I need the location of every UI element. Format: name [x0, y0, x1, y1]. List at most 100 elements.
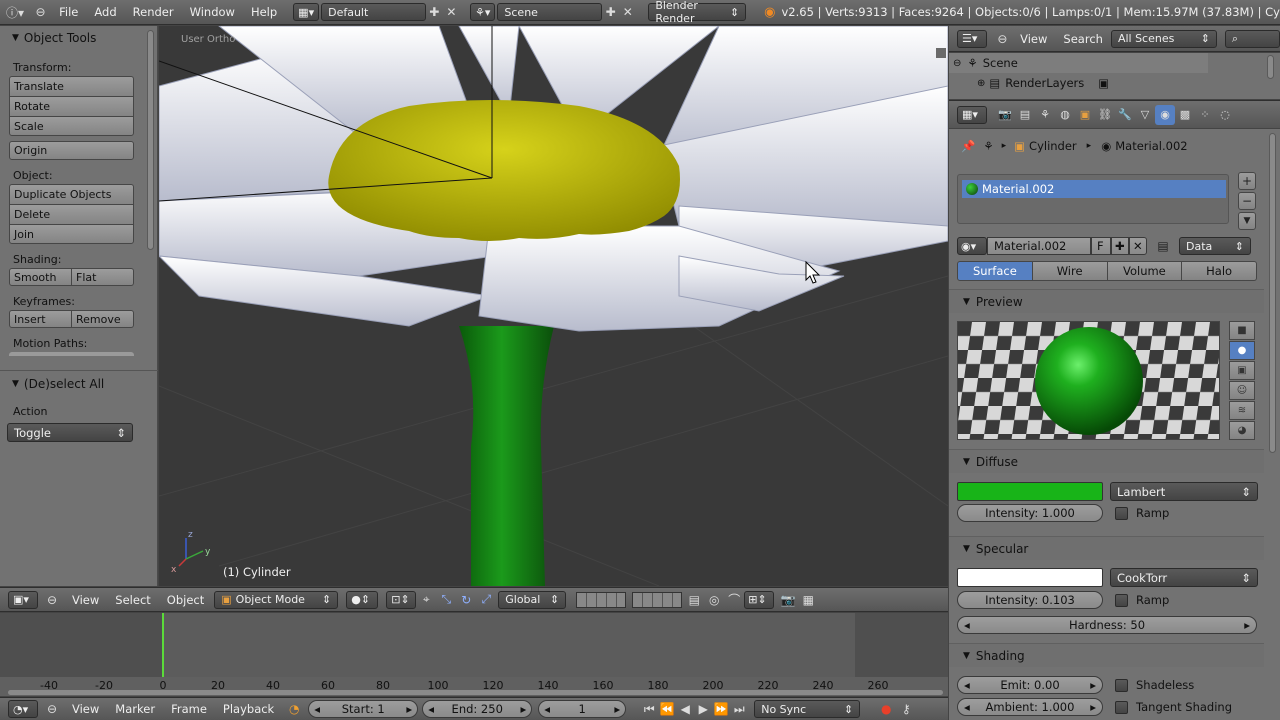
- constraints-tab-icon[interactable]: ⛓: [1095, 105, 1115, 125]
- checkbox-box[interactable]: [1115, 700, 1128, 714]
- sync-mode-dropdown[interactable]: No Sync ⇕: [754, 700, 861, 718]
- editor-type-selector[interactable]: ▦▾: [957, 105, 987, 124]
- layout-name-field[interactable]: Default: [321, 3, 426, 21]
- specular-color-swatch[interactable]: [957, 568, 1103, 587]
- render-anim-icon[interactable]: ▦: [798, 591, 818, 609]
- menu-playback[interactable]: Playback: [223, 702, 274, 716]
- smooth-button[interactable]: Smooth: [9, 268, 72, 286]
- object-tools-panel-header[interactable]: ▼ Object Tools: [0, 27, 157, 49]
- tool-shelf-scrollbar[interactable]: [147, 30, 154, 250]
- operator-panel-header[interactable]: ▼ (De)select All: [0, 373, 158, 395]
- object-tab-icon[interactable]: ▣: [1075, 105, 1095, 125]
- browse-material-button[interactable]: ◉▾: [957, 237, 987, 255]
- collapse-toggle-icon[interactable]: ⊖: [953, 58, 961, 69]
- scale-button[interactable]: Scale: [9, 116, 134, 136]
- insert-keyframe-button[interactable]: Insert: [9, 310, 72, 328]
- transform-orientation-dropdown[interactable]: Global ⇕: [498, 590, 567, 609]
- current-frame-field[interactable]: ◂ 1 ▸: [538, 700, 627, 718]
- specular-panel-header[interactable]: ▼ Specular: [949, 536, 1264, 560]
- menu-add[interactable]: Add: [94, 5, 116, 19]
- modifiers-tab-icon[interactable]: 🔧: [1115, 105, 1135, 125]
- editor-type-selector[interactable]: ◔▾: [8, 700, 38, 718]
- outliner-row-renderlayers[interactable]: ⊕ ▤ RenderLayers ▣: [977, 73, 1109, 93]
- menu-view[interactable]: View: [1020, 32, 1047, 46]
- layer-buttons-group-1[interactable]: [576, 591, 627, 608]
- origin-button[interactable]: Origin: [9, 141, 134, 160]
- world-tab-icon[interactable]: ◍: [1055, 105, 1075, 125]
- snap-element-dropdown[interactable]: ⊞⇕: [744, 590, 775, 609]
- scale-manipulator-icon[interactable]: ⤢: [476, 591, 496, 609]
- tab-volume[interactable]: Volume: [1107, 261, 1183, 281]
- ambient-slider[interactable]: ◂ Ambient: 1.000 ▸: [957, 698, 1103, 716]
- layout-selector[interactable]: ▦▾: [293, 3, 320, 21]
- action-dropdown[interactable]: Toggle ⇕: [7, 423, 133, 442]
- pin-icon[interactable]: 📌: [961, 139, 975, 153]
- checkbox-box[interactable]: [1115, 678, 1128, 692]
- 3d-viewport[interactable]: z y x User Ortho (1) Cylinder: [159, 26, 948, 586]
- preview-hair-icon[interactable]: ≋: [1229, 401, 1255, 420]
- play-reverse-icon[interactable]: ◀: [676, 700, 694, 718]
- new-material-icon[interactable]: ✚: [1111, 237, 1129, 255]
- shadeless-checkbox[interactable]: Shadeless: [1115, 678, 1194, 692]
- diffuse-color-swatch[interactable]: [957, 482, 1103, 501]
- menu-view[interactable]: View: [72, 702, 99, 716]
- keying-set-icon[interactable]: ⚷: [896, 700, 916, 718]
- manipulator-toggle-icon[interactable]: ⌖: [416, 591, 436, 609]
- rotate-manipulator-icon[interactable]: ↻: [456, 591, 476, 609]
- menu-view[interactable]: View: [72, 593, 99, 607]
- diffuse-panel-header[interactable]: ▼ Diffuse: [949, 449, 1264, 473]
- node-material-icon[interactable]: ▤: [1153, 237, 1173, 255]
- interaction-mode-dropdown[interactable]: ▣ Object Mode ⇕: [214, 590, 339, 609]
- menu-frame[interactable]: Frame: [171, 702, 207, 716]
- duplicate-objects-button[interactable]: Duplicate Objects: [9, 184, 134, 204]
- collapse-menu-icon[interactable]: ⊖: [42, 700, 62, 718]
- specular-shader-dropdown[interactable]: CookTorr ⇕: [1110, 568, 1258, 587]
- outliner-row-scene[interactable]: ⊖ ⚘ Scene: [953, 53, 1018, 73]
- diffuse-intensity-slider[interactable]: Intensity: 1.000: [957, 504, 1103, 522]
- outliner-search-field[interactable]: ⌕: [1224, 29, 1280, 48]
- remove-layout-icon[interactable]: ✕: [443, 3, 460, 21]
- hardness-slider[interactable]: ◂ Hardness: 50 ▸: [957, 616, 1257, 634]
- snap-toggle-icon[interactable]: ⌒: [724, 591, 744, 609]
- remove-scene-icon[interactable]: ✕: [619, 3, 636, 21]
- end-frame-field[interactable]: ◂ End: 250 ▸: [422, 700, 533, 718]
- data-tab-icon[interactable]: ▽: [1135, 105, 1155, 125]
- properties-scrollbar[interactable]: [1269, 133, 1276, 453]
- add-layout-icon[interactable]: ✚: [426, 3, 443, 21]
- timeline-editor[interactable]: -40 -20 0 20 40 60 80 100 120 140 160 18…: [0, 613, 948, 696]
- preview-range-icon[interactable]: ◔: [284, 700, 304, 718]
- next-keyframe-icon[interactable]: ⏩: [712, 700, 730, 718]
- checkbox-box[interactable]: [1115, 593, 1128, 607]
- preview-sky-icon[interactable]: ◕: [1229, 421, 1255, 440]
- current-frame-marker[interactable]: [162, 613, 164, 677]
- emit-slider[interactable]: ◂ Emit: 0.00 ▸: [957, 676, 1103, 694]
- unlink-material-icon[interactable]: ✕: [1129, 237, 1147, 255]
- render-still-icon[interactable]: 📷: [778, 591, 798, 609]
- translate-manipulator-icon[interactable]: ⤡: [436, 591, 456, 609]
- scene-tab-icon[interactable]: ⚘: [1035, 105, 1055, 125]
- slot-specials-button[interactable]: ▼: [1238, 212, 1256, 230]
- collapse-menu-icon[interactable]: ⊖: [32, 3, 49, 21]
- material-slots-list[interactable]: Material.002: [957, 174, 1229, 224]
- physics-tab-icon[interactable]: ◌: [1215, 105, 1235, 125]
- material-name-field[interactable]: Material.002: [987, 237, 1091, 255]
- viewport-corner-widget[interactable]: [936, 48, 946, 58]
- menu-select[interactable]: Select: [115, 593, 150, 607]
- tab-halo[interactable]: Halo: [1182, 261, 1257, 281]
- layer-lock-icon[interactable]: ▤: [684, 591, 704, 609]
- start-frame-field[interactable]: ◂ Start: 1 ▸: [308, 700, 419, 718]
- menu-help[interactable]: Help: [251, 5, 277, 19]
- jump-start-icon[interactable]: ⏮: [640, 700, 658, 718]
- menu-search[interactable]: Search: [1063, 32, 1103, 46]
- preview-flat-icon[interactable]: ■: [1229, 321, 1255, 340]
- play-icon[interactable]: ▶: [694, 700, 712, 718]
- menu-file[interactable]: File: [59, 5, 78, 19]
- viewport-shading-dropdown[interactable]: ●⇕: [346, 590, 379, 609]
- collapse-menu-icon[interactable]: ⊖: [42, 591, 62, 609]
- editor-type-selector[interactable]: ☰▾: [957, 29, 987, 48]
- shading-panel-header[interactable]: ▼ Shading: [949, 643, 1264, 667]
- scene-selector[interactable]: ⚘▾: [470, 3, 496, 21]
- flat-button[interactable]: Flat: [72, 268, 134, 286]
- delete-button[interactable]: Delete: [9, 204, 134, 224]
- specular-ramp-checkbox[interactable]: Ramp: [1115, 593, 1169, 607]
